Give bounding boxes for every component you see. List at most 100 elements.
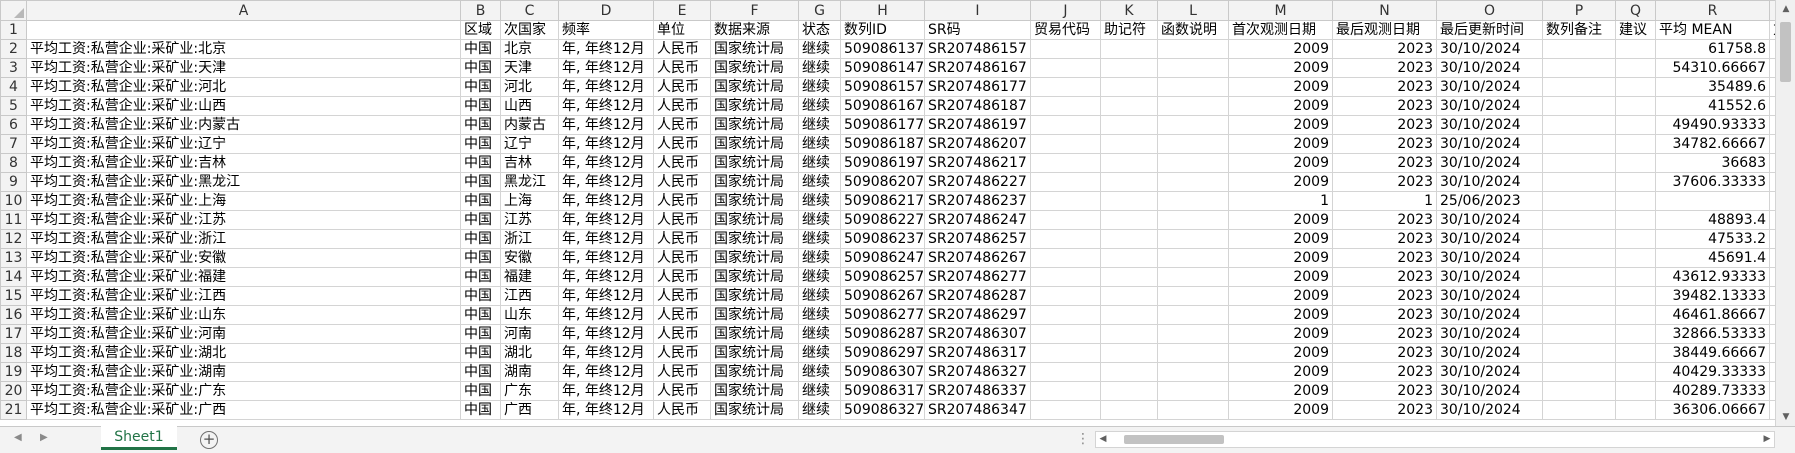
cell-i[interactable]: SR207486207 <box>924 134 1031 154</box>
cell-b[interactable]: 中国 <box>460 39 501 59</box>
cell-r[interactable]: 54310.66667 <box>1655 58 1770 78</box>
cell-p[interactable] <box>1542 191 1616 211</box>
add-sheet-icon[interactable]: + <box>200 431 218 449</box>
cell-b[interactable]: 中国 <box>460 305 501 325</box>
header-cell-a[interactable] <box>26 20 461 40</box>
cell-j[interactable] <box>1030 58 1101 78</box>
cell-o[interactable]: 30/10/2024 <box>1436 324 1543 344</box>
cell-m[interactable]: 2009 <box>1228 134 1333 154</box>
cell-j[interactable] <box>1030 286 1101 306</box>
cell-d[interactable]: 年, 年终12月 <box>558 248 654 268</box>
cell-k[interactable] <box>1100 153 1158 173</box>
cell-c[interactable]: 湖南 <box>500 362 559 382</box>
cell-d[interactable]: 年, 年终12月 <box>558 362 654 382</box>
cell-f[interactable]: 国家统计局 <box>710 77 799 97</box>
cell-k[interactable] <box>1100 362 1158 382</box>
header-cell-p[interactable]: 数列备注 <box>1542 20 1616 40</box>
cell-i[interactable]: SR207486287 <box>924 286 1031 306</box>
cell-j[interactable] <box>1030 153 1101 173</box>
cell-k[interactable] <box>1100 400 1158 420</box>
scroll-down-icon[interactable]: ▼ <box>1776 408 1795 426</box>
cell-k[interactable] <box>1100 286 1158 306</box>
cell-i[interactable]: SR207486277 <box>924 267 1031 287</box>
cell-a[interactable]: 平均工资:私营企业:采矿业:山东 <box>26 305 461 325</box>
cell-f[interactable]: 国家统计局 <box>710 115 799 135</box>
cell-l[interactable] <box>1157 115 1229 135</box>
cell-l[interactable] <box>1157 248 1229 268</box>
cell-m[interactable]: 2009 <box>1228 172 1333 192</box>
cell-c[interactable]: 福建 <box>500 267 559 287</box>
cell-n[interactable]: 2023 <box>1332 210 1437 230</box>
cell-e[interactable]: 人民币 <box>653 210 711 230</box>
cell-i[interactable]: SR207486307 <box>924 324 1031 344</box>
row-header-1[interactable]: 1 <box>0 20 27 40</box>
cell-a[interactable]: 平均工资:私营企业:采矿业:河南 <box>26 324 461 344</box>
cell-q[interactable] <box>1615 381 1656 401</box>
cell-m[interactable]: 2009 <box>1228 210 1333 230</box>
row-header[interactable]: 11 <box>0 210 27 230</box>
cell-k[interactable] <box>1100 381 1158 401</box>
select-all-corner[interactable] <box>0 0 27 21</box>
cell-i[interactable]: SR207486317 <box>924 343 1031 363</box>
cell-f[interactable]: 国家统计局 <box>710 134 799 154</box>
cell-r[interactable]: 40289.73333 <box>1655 381 1770 401</box>
cell-q[interactable] <box>1615 286 1656 306</box>
row-header[interactable]: 18 <box>0 343 27 363</box>
cell-k[interactable] <box>1100 248 1158 268</box>
cell-i[interactable]: SR207486267 <box>924 248 1031 268</box>
cell-e[interactable]: 人民币 <box>653 229 711 249</box>
cell-e[interactable]: 人民币 <box>653 172 711 192</box>
cell-b[interactable]: 中国 <box>460 286 501 306</box>
cell-m[interactable]: 2009 <box>1228 286 1333 306</box>
column-header-b[interactable]: B <box>460 0 501 21</box>
cell-j[interactable] <box>1030 77 1101 97</box>
cell-g[interactable]: 继续 <box>798 362 841 382</box>
cell-p[interactable] <box>1542 248 1616 268</box>
cell-e[interactable]: 人民币 <box>653 115 711 135</box>
cell-l[interactable] <box>1157 134 1229 154</box>
header-cell-g[interactable]: 状态 <box>798 20 841 40</box>
cell-n[interactable]: 2023 <box>1332 58 1437 78</box>
scroll-left-icon[interactable]: ◀ <box>1096 432 1110 447</box>
row-header[interactable]: 19 <box>0 362 27 382</box>
cell-q[interactable] <box>1615 305 1656 325</box>
cell-q[interactable] <box>1615 39 1656 59</box>
cell-r[interactable]: 35489.6 <box>1655 77 1770 97</box>
cell-n[interactable]: 2023 <box>1332 305 1437 325</box>
cell-d[interactable]: 年, 年终12月 <box>558 77 654 97</box>
cell-n[interactable]: 2023 <box>1332 153 1437 173</box>
cell-a[interactable]: 平均工资:私营企业:采矿业:内蒙古 <box>26 115 461 135</box>
cell-e[interactable]: 人民币 <box>653 381 711 401</box>
cell-n[interactable]: 2023 <box>1332 381 1437 401</box>
cell-p[interactable] <box>1542 400 1616 420</box>
cell-b[interactable]: 中国 <box>460 229 501 249</box>
cell-c[interactable]: 河南 <box>500 324 559 344</box>
column-header-e[interactable]: E <box>653 0 711 21</box>
cell-h[interactable]: 509086197 <box>840 153 925 173</box>
cell-o[interactable]: 30/10/2024 <box>1436 362 1543 382</box>
cell-c[interactable]: 黑龙江 <box>500 172 559 192</box>
cell-g[interactable]: 继续 <box>798 229 841 249</box>
row-header[interactable]: 9 <box>0 172 27 192</box>
cell-c[interactable]: 安徽 <box>500 248 559 268</box>
column-header-r[interactable]: R <box>1655 0 1770 21</box>
cell-q[interactable] <box>1615 191 1656 211</box>
cell-e[interactable]: 人民币 <box>653 77 711 97</box>
cell-k[interactable] <box>1100 172 1158 192</box>
cell-j[interactable] <box>1030 172 1101 192</box>
cell-g[interactable]: 继续 <box>798 248 841 268</box>
cell-c[interactable]: 湖北 <box>500 343 559 363</box>
cell-r[interactable]: 36306.06667 <box>1655 400 1770 420</box>
cell-o[interactable]: 30/10/2024 <box>1436 96 1543 116</box>
row-header[interactable]: 5 <box>0 96 27 116</box>
cell-a[interactable]: 平均工资:私营企业:采矿业:广东 <box>26 381 461 401</box>
cell-o[interactable]: 25/06/2023 <box>1436 191 1543 211</box>
cell-b[interactable]: 中国 <box>460 210 501 230</box>
cell-p[interactable] <box>1542 115 1616 135</box>
cell-m[interactable]: 2009 <box>1228 324 1333 344</box>
cell-d[interactable]: 年, 年终12月 <box>558 324 654 344</box>
cell-i[interactable]: SR207486257 <box>924 229 1031 249</box>
cell-b[interactable]: 中国 <box>460 400 501 420</box>
cell-e[interactable]: 人民币 <box>653 191 711 211</box>
cell-c[interactable]: 辽宁 <box>500 134 559 154</box>
